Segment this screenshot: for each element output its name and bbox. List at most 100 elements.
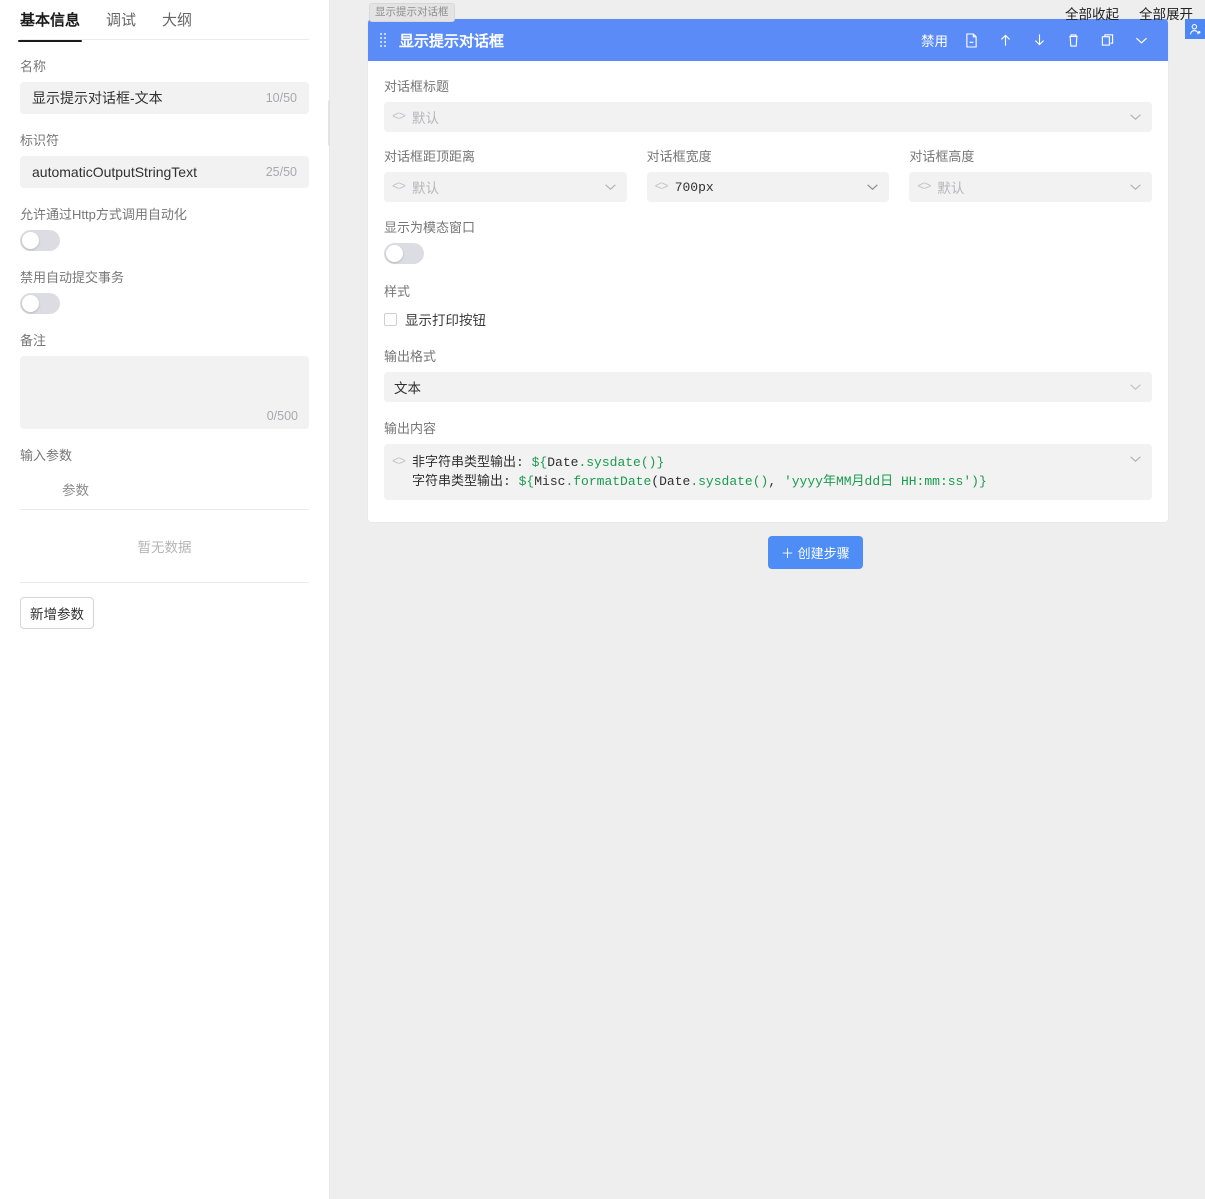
dialog-height-select[interactable]: <> 默认 bbox=[909, 172, 1152, 202]
collapse-all-button[interactable]: 全部收起 bbox=[1065, 3, 1119, 23]
name-input[interactable]: 显示提示对话框-文本 10/50 bbox=[20, 82, 309, 114]
code-line2-comma: , bbox=[768, 474, 784, 489]
dialog-title-placeholder: 默认 bbox=[412, 107, 439, 127]
dialog-height-placeholder: 默认 bbox=[937, 177, 964, 197]
remark-label: 备注 bbox=[20, 330, 309, 349]
print-button-checkbox-label: 显示打印按钮 bbox=[405, 309, 486, 329]
left-sidebar: 基本信息 调试 大纲 名称 显示提示对话框-文本 10/50 标识符 autom… bbox=[0, 0, 330, 1199]
collapse-step-button[interactable] bbox=[1124, 19, 1158, 61]
print-button-checkbox-row[interactable]: 显示打印按钮 bbox=[384, 309, 1152, 329]
http-toggle-label: 允许通过Http方式调用自动化 bbox=[20, 204, 309, 223]
http-toggle-switch[interactable] bbox=[20, 230, 60, 251]
dialog-top-offset-placeholder: 默认 bbox=[412, 177, 439, 197]
code-line1-open: ${ bbox=[532, 455, 548, 470]
main-canvas: 全部收起 全部展开 显示提示对话框 显示提示对话框 禁用 bbox=[330, 0, 1205, 1199]
dialog-top-offset-label: 对话框距顶距离 bbox=[384, 146, 627, 165]
expression-icon: <> bbox=[392, 180, 405, 194]
output-content-code: 非字符串类型输出: ${Date.sysdate()} 字符串类型输出: ${M… bbox=[412, 453, 1129, 491]
toggle-knob bbox=[22, 295, 39, 312]
style-section-label: 样式 bbox=[384, 281, 1152, 300]
modal-window-label: 显示为模态窗口 bbox=[384, 217, 1152, 236]
code-line1-object: Date bbox=[547, 455, 578, 470]
output-content-label: 输出内容 bbox=[384, 418, 1152, 437]
param-empty-state: 暂无数据 bbox=[20, 510, 309, 583]
chevron-down-icon bbox=[604, 183, 617, 191]
remark-textarea[interactable]: 0/500 bbox=[20, 356, 309, 429]
code-line2-paren: ( bbox=[651, 474, 659, 489]
dialog-title-select[interactable]: <> 默认 bbox=[384, 102, 1152, 132]
code-line2-string: 'yyyy年MM月dd日 HH:mm:ss' bbox=[784, 474, 971, 489]
dialog-width-value: 700px bbox=[675, 180, 714, 195]
output-format-label: 输出格式 bbox=[384, 346, 1152, 365]
create-step-button[interactable]: ＋ 创建步骤 bbox=[768, 536, 863, 569]
output-format-select[interactable]: 文本 bbox=[384, 372, 1152, 402]
expression-icon: <> bbox=[392, 455, 405, 469]
disable-autocommit-switch[interactable] bbox=[20, 293, 60, 314]
output-format-value: 文本 bbox=[394, 377, 421, 397]
code-line1-close: } bbox=[656, 455, 664, 470]
arrow-up-icon bbox=[999, 33, 1012, 47]
identifier-input[interactable]: automaticOutputStringText 25/50 bbox=[20, 156, 309, 188]
expression-icon: <> bbox=[917, 180, 930, 194]
canvas-top-actions: 全部收起 全部展开 bbox=[1065, 3, 1193, 23]
tab-basic-info[interactable]: 基本信息 bbox=[20, 9, 80, 41]
delete-step-button[interactable] bbox=[1056, 19, 1090, 61]
dialog-width-label: 对话框宽度 bbox=[647, 146, 890, 165]
move-down-button[interactable] bbox=[1022, 19, 1056, 61]
modal-window-switch[interactable] bbox=[384, 243, 424, 264]
disable-step-button[interactable]: 禁用 bbox=[915, 19, 954, 61]
dialog-top-offset-group: 对话框距顶距离 <> 默认 bbox=[384, 146, 627, 202]
move-up-button[interactable] bbox=[988, 19, 1022, 61]
chevron-down-icon bbox=[1129, 183, 1142, 191]
user-avatar-button[interactable] bbox=[1185, 19, 1205, 39]
drag-handle-icon[interactable] bbox=[380, 33, 389, 47]
identifier-input-value: automaticOutputStringText bbox=[32, 164, 266, 180]
name-counter: 10/50 bbox=[266, 91, 297, 105]
code-line1-method: .sysdate() bbox=[578, 455, 656, 470]
user-icon bbox=[1189, 23, 1202, 36]
dialog-dimensions-row: 对话框距顶距离 <> 默认 对话框宽度 <> bbox=[384, 146, 1152, 202]
param-column-header: 参数 bbox=[20, 471, 309, 510]
dialog-width-select[interactable]: <> 700px bbox=[647, 172, 890, 202]
dialog-height-group: 对话框高度 <> 默认 bbox=[909, 146, 1152, 202]
code-line1-prefix: 非字符串类型输出: bbox=[412, 455, 532, 470]
input-params-table: 参数 暂无数据 bbox=[20, 471, 309, 583]
expression-icon: <> bbox=[392, 110, 405, 124]
toggle-knob bbox=[22, 232, 39, 249]
step-card: 显示提示对话框 禁用 bbox=[368, 19, 1168, 522]
code-line2-open: ${ bbox=[519, 474, 535, 489]
copy-step-button[interactable] bbox=[1090, 19, 1124, 61]
arrow-down-icon bbox=[1033, 33, 1046, 47]
name-input-value: 显示提示对话框-文本 bbox=[32, 88, 266, 108]
print-button-checkbox[interactable] bbox=[384, 313, 397, 326]
step-card-actions: 禁用 bbox=[915, 19, 1158, 61]
expression-icon: <> bbox=[655, 180, 668, 194]
step-card-title: 显示提示对话框 bbox=[399, 30, 915, 51]
chevron-down-icon bbox=[1129, 383, 1142, 391]
dialog-height-label: 对话框高度 bbox=[909, 146, 1152, 165]
output-content-editor[interactable]: <> 非字符串类型输出: ${Date.sysdate()} 字符串类型输出: … bbox=[384, 444, 1152, 500]
remark-counter: 0/500 bbox=[267, 409, 298, 423]
note-icon-button[interactable] bbox=[954, 19, 988, 61]
code-line2-method: .formatDate bbox=[565, 474, 651, 489]
tab-debug[interactable]: 调试 bbox=[106, 9, 136, 41]
add-param-button[interactable]: 新增参数 bbox=[20, 597, 94, 629]
app-root: 基本信息 调试 大纲 名称 显示提示对话框-文本 10/50 标识符 autom… bbox=[0, 0, 1205, 1199]
step-card-header: 显示提示对话框 禁用 bbox=[368, 19, 1168, 61]
toggle-knob bbox=[386, 245, 403, 262]
code-line2-close: )} bbox=[971, 474, 987, 489]
trash-icon bbox=[1067, 33, 1080, 48]
code-line2-arg-method: .sysdate() bbox=[690, 474, 768, 489]
dialog-top-offset-select[interactable]: <> 默认 bbox=[384, 172, 627, 202]
sidebar-tabs: 基本信息 调试 大纲 bbox=[20, 0, 309, 40]
dialog-title-label: 对话框标题 bbox=[384, 76, 1152, 95]
tab-outline[interactable]: 大纲 bbox=[162, 9, 192, 41]
chevron-down-icon bbox=[1135, 36, 1148, 45]
identifier-label: 标识符 bbox=[20, 130, 309, 149]
chevron-down-icon bbox=[866, 183, 879, 191]
code-line2-prefix: 字符串类型输出: bbox=[412, 474, 519, 489]
note-icon bbox=[965, 33, 978, 48]
code-line2-object: Misc bbox=[534, 474, 565, 489]
dialog-width-group: 对话框宽度 <> 700px bbox=[647, 146, 890, 202]
identifier-counter: 25/50 bbox=[266, 165, 297, 179]
